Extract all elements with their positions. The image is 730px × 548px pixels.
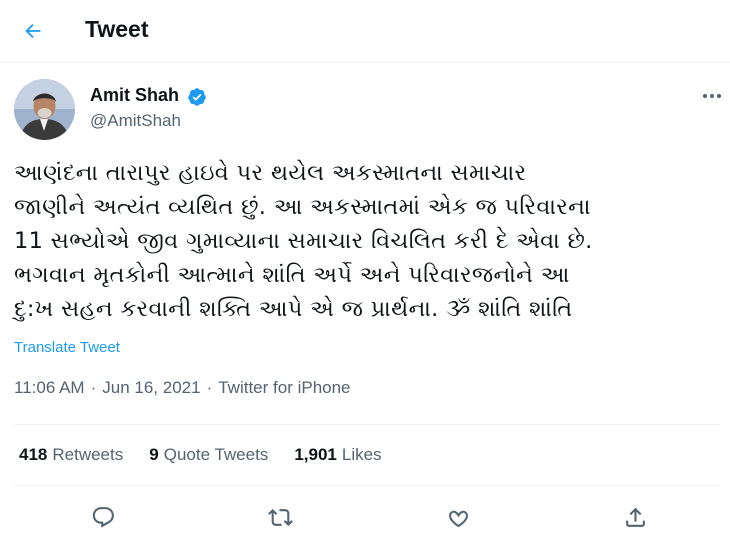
divider: [14, 424, 720, 425]
tweet-text-line: 11 સભ્યોએ જીવ ગુમાવ્યાના સમાચાર વિચલિત ક…: [14, 228, 593, 254]
tweet-source[interactable]: Twitter for iPhone: [218, 378, 350, 398]
page-header: Tweet: [0, 0, 730, 63]
meta-separator: ·: [206, 378, 213, 397]
retweets-count: 418: [19, 445, 48, 464]
quote-tweets-label: Quote Tweets: [163, 445, 269, 464]
tweet-stats: 418 Retweets 9 Quote Tweets 1,901 Likes: [19, 445, 408, 465]
profile-photo: [14, 79, 75, 140]
quote-tweets-stat[interactable]: 9 Quote Tweets: [149, 445, 268, 465]
likes-stat[interactable]: 1,901 Likes: [294, 445, 381, 465]
tweet-actions: [0, 498, 730, 536]
back-button[interactable]: [14, 12, 52, 50]
avatar[interactable]: [14, 79, 75, 140]
tweet-text-line: જાણીને અત્યંત વ્યથિત છું. આ અકસ્માતમાં એ…: [14, 194, 591, 220]
reply-button[interactable]: [84, 498, 122, 536]
retweet-icon: [267, 508, 293, 526]
share-icon: [625, 507, 645, 527]
tweet-text: આણંદના તારાપુર હાઇવે પર થયેલ અકસ્માતના સ…: [14, 156, 720, 326]
retweets-stat[interactable]: 418 Retweets: [19, 445, 123, 465]
likes-label: Likes: [341, 445, 382, 464]
quote-tweets-count: 9: [149, 445, 159, 464]
more-button[interactable]: [700, 86, 724, 106]
share-button[interactable]: [616, 498, 654, 536]
tweet-text-line: ભગવાન મૃતકોની આત્માને શાંતિ અર્પે અને પર…: [14, 262, 570, 288]
tweet-text-line: દુ:ખ સહન કરવાની શક્તિ આપે એ જ પ્રાર્થના.…: [14, 296, 573, 322]
more-horizontal-icon: [703, 94, 721, 98]
retweet-button[interactable]: [261, 498, 299, 536]
like-icon: [448, 510, 468, 527]
likes-count: 1,901: [294, 445, 337, 464]
tweet-date[interactable]: Jun 16, 2021: [102, 378, 200, 398]
translate-tweet-link[interactable]: Translate Tweet: [14, 339, 120, 356]
reply-icon: [92, 506, 114, 528]
verified-badge-icon: [188, 88, 206, 106]
author-handle[interactable]: @AmitShah: [90, 111, 181, 131]
tweet-text-line: આણંદના તારાપુર હાઇવે પર થયેલ અકસ્માતના સ…: [14, 160, 527, 186]
divider: [14, 485, 720, 486]
like-button[interactable]: [439, 498, 477, 536]
retweets-label: Retweets: [52, 445, 124, 464]
tweet-meta: 11:06 AM · Jun 16, 2021 · Twitter for iP…: [14, 378, 351, 398]
arrow-left-icon: [25, 23, 41, 39]
page-title: Tweet: [85, 16, 149, 42]
meta-separator: ·: [90, 378, 97, 397]
author-name[interactable]: Amit Shah: [90, 85, 179, 106]
tweet-time[interactable]: 11:06 AM: [14, 378, 85, 398]
